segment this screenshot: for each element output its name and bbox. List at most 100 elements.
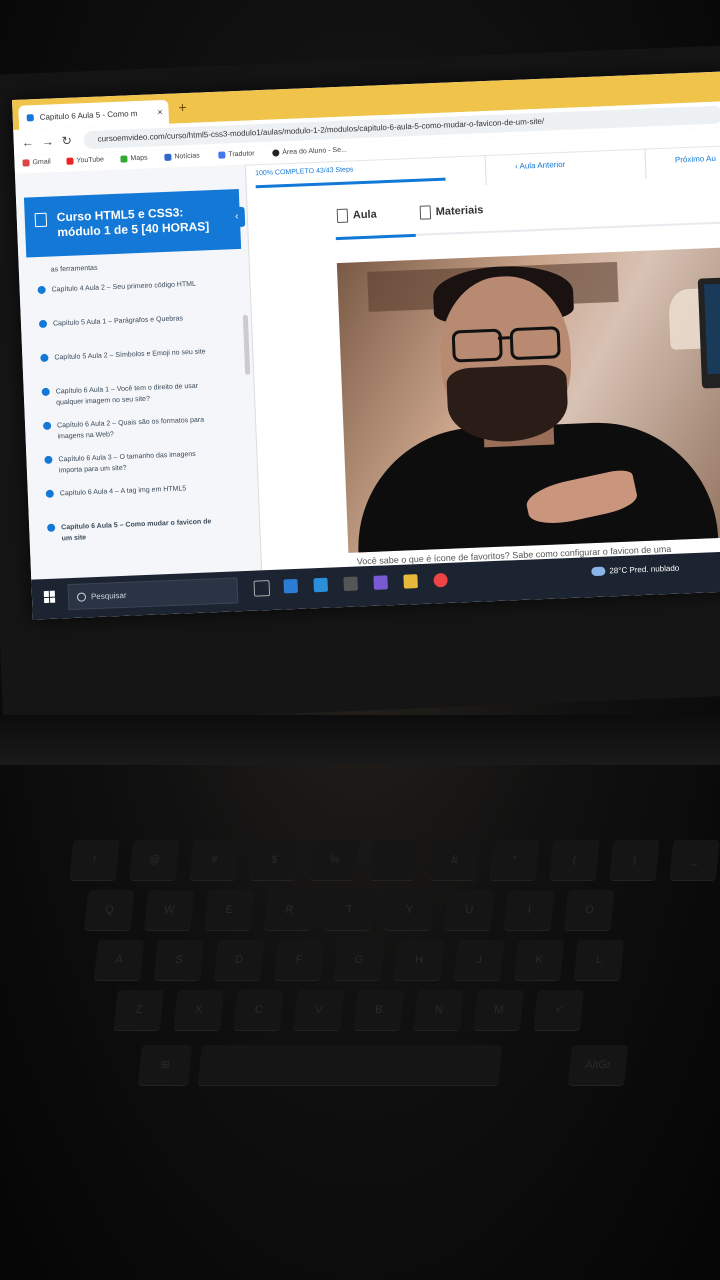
- laptop-screen: Capitulo 6 Aula 5 - Como m × + ← → ↻ cur…: [12, 70, 720, 620]
- divider: [644, 148, 647, 179]
- keyboard-key: X: [173, 990, 224, 1030]
- document-icon: [336, 208, 349, 224]
- keyboard-key: R: [264, 890, 315, 930]
- news-icon: [164, 153, 172, 161]
- bookmark-noticias[interactable]: Notícias: [164, 153, 200, 161]
- glasses-right-lens: [509, 326, 561, 361]
- keyboard-key: Q: [84, 890, 135, 930]
- monitor: [697, 276, 720, 389]
- back-icon[interactable]: ←: [21, 135, 34, 149]
- keyboard-key: E: [204, 890, 255, 930]
- lesson-item[interactable]: Capítulo 6 Aula 1 – Você tem o direito d…: [41, 380, 213, 409]
- chrome-icon[interactable]: [433, 572, 448, 588]
- keyboard-key: K: [513, 940, 565, 980]
- tab-title: Capitulo 6 Aula 5 - Como m: [39, 108, 138, 122]
- lesson-item[interactable]: Capítulo 5 Aula 1 – Parágrafos e Quebras: [38, 312, 209, 330]
- divider: [484, 155, 487, 186]
- favicon-icon: [26, 113, 34, 121]
- keyboard-key: _: [669, 840, 720, 880]
- keyboard-key: @: [129, 840, 180, 880]
- tab-materiais[interactable]: Materiais: [419, 203, 484, 220]
- keyboard-key: !: [69, 840, 120, 880]
- keyboard-key: T: [324, 890, 375, 930]
- gmail-icon: [22, 159, 30, 167]
- lesson-item[interactable]: Capítulo 5 Aula 2 – Símbolos e Emoji no …: [40, 346, 210, 364]
- keyboard-key: G: [333, 940, 385, 980]
- tab-aula[interactable]: Aula: [336, 207, 377, 224]
- keyboard-key: <: [533, 990, 584, 1030]
- bookmark-maps[interactable]: Maps: [120, 155, 148, 163]
- task-view-icon[interactable]: [253, 580, 271, 597]
- keyboard-key: ): [609, 840, 660, 880]
- taskbar-search-input[interactable]: Pesquisar: [67, 577, 239, 611]
- youtube-icon: [66, 157, 74, 165]
- visual-studio-icon[interactable]: [373, 575, 388, 590]
- new-tab-icon[interactable]: +: [178, 99, 187, 115]
- lesson-item[interactable]: Capítulo 4 Aula 2 – Seu primeiro código …: [37, 278, 207, 296]
- cloud-icon: [591, 566, 606, 577]
- keyboard-key: M: [473, 990, 524, 1030]
- windows-start-icon[interactable]: [43, 590, 56, 604]
- active-tab-indicator: [335, 233, 416, 241]
- bookmark-area-aluno[interactable]: Área do Aluno - Se...: [272, 147, 347, 157]
- forward-icon[interactable]: →: [41, 134, 54, 148]
- progress-bar: [255, 177, 446, 189]
- collapse-sidebar-button[interactable]: ‹: [228, 206, 246, 228]
- lesson-video[interactable]: [336, 246, 720, 553]
- vscode-icon[interactable]: [313, 577, 328, 593]
- keyboard-key: %: [309, 840, 360, 880]
- course-sidebar: Curso HTML5 e CSS3: módulo 1 de 5 [40 HO…: [14, 164, 263, 580]
- maps-icon: [120, 155, 128, 163]
- keyboard-key: L: [573, 940, 625, 980]
- weather-widget[interactable]: 28°C Pred. nublado: [591, 564, 679, 577]
- laptop-hinge: [0, 715, 720, 765]
- keyboard-key: H: [393, 940, 445, 980]
- glasses-bridge: [497, 336, 511, 340]
- keyboard-key: Z: [113, 990, 164, 1030]
- windows-key: ⊞: [137, 1045, 193, 1085]
- progress-text: 100% COMPLETO 43/43 Steps: [255, 166, 354, 178]
- lesson-item[interactable]: Capítulo 6 Aula 4 – A tag img em HTML5: [45, 482, 216, 500]
- next-lesson-button[interactable]: Próximo Au: [675, 154, 716, 165]
- lesson-item[interactable]: Capítulo 6 Aula 2 – Quais são os formato…: [42, 414, 214, 443]
- terminal-icon[interactable]: [343, 576, 358, 592]
- lesson-item-current[interactable]: Capítulo 6 Aula 5 – Como mudar o favicon…: [47, 516, 218, 545]
- keyboard-key: C: [233, 990, 284, 1030]
- spacebar: [197, 1045, 503, 1085]
- book-icon: [34, 212, 48, 228]
- search-icon: [76, 592, 87, 602]
- course-title-header: Curso HTML5 e CSS3: módulo 1 de 5 [40 HO…: [23, 188, 242, 258]
- word-icon[interactable]: [283, 578, 299, 594]
- lesson-item[interactable]: as ferramentas: [37, 258, 207, 276]
- keyboard-key: AltGr: [567, 1045, 629, 1085]
- keyboard-key: B: [353, 990, 404, 1030]
- clipboard-icon: [419, 205, 432, 220]
- sidebar-scrollbar[interactable]: [242, 314, 251, 375]
- keyboard-key: N: [413, 990, 464, 1030]
- keyboard-key: S: [153, 940, 205, 980]
- keyboard-key: U: [444, 890, 495, 930]
- keyboard-key: *: [489, 840, 540, 880]
- keyboard-key: ¨: [369, 840, 420, 880]
- keyboard-key: (: [549, 840, 600, 880]
- site-icon: [272, 149, 280, 157]
- keyboard-key: A: [93, 940, 145, 980]
- previous-lesson-button[interactable]: ‹ Aula Anterior: [515, 160, 566, 171]
- close-icon[interactable]: ×: [157, 107, 163, 117]
- keyboard-key: J: [453, 940, 505, 980]
- keyboard-key: $: [249, 840, 300, 880]
- keyboard-key: V: [293, 990, 344, 1030]
- translate-icon: [218, 151, 226, 159]
- bookmark-tradutor[interactable]: Tradutor: [218, 150, 255, 159]
- bookmark-gmail[interactable]: Gmail: [22, 158, 51, 167]
- keyboard-key: &: [429, 840, 480, 880]
- glasses-left-lens: [451, 328, 503, 363]
- lesson-item[interactable]: Capítulo 6 Aula 3 – O tamanho das imagen…: [44, 448, 215, 477]
- reload-icon[interactable]: ↻: [61, 134, 72, 148]
- keyboard-key: W: [144, 890, 195, 930]
- file-explorer-icon[interactable]: [403, 574, 418, 589]
- keyboard-key: I: [504, 890, 555, 930]
- bookmark-youtube[interactable]: YouTube: [66, 156, 104, 165]
- keyboard-key: F: [273, 940, 325, 980]
- keyboard-key: D: [213, 940, 265, 980]
